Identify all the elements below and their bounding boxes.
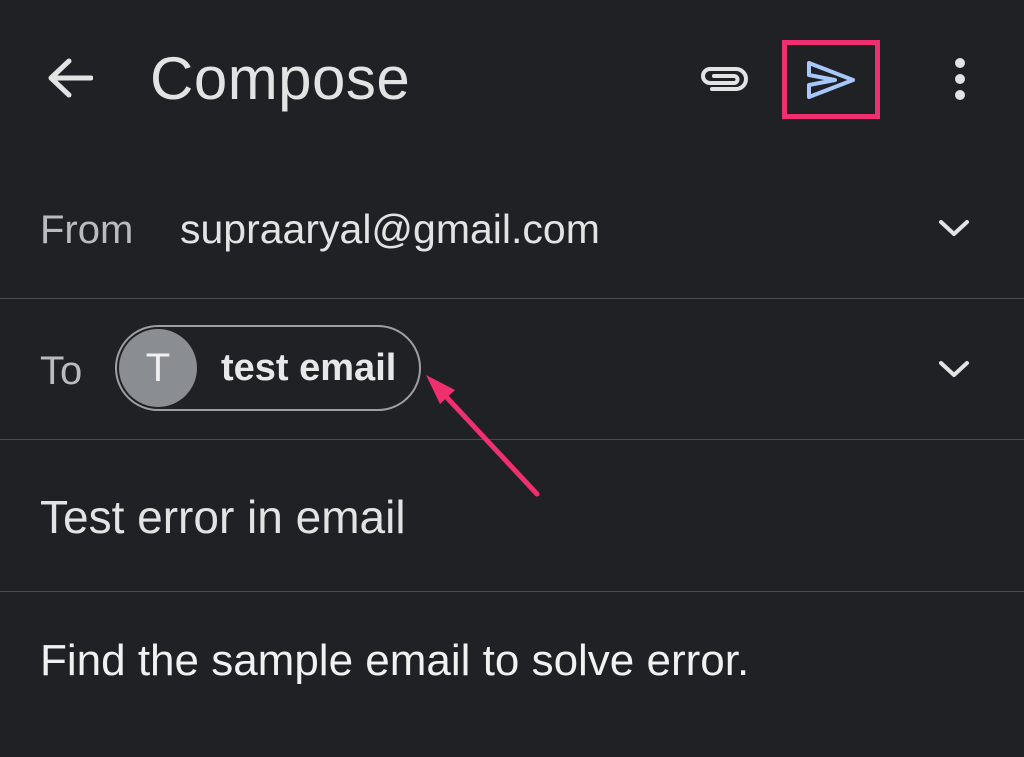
subject-field[interactable]: Test error in email: [40, 490, 406, 544]
chevron-down-icon: [939, 220, 969, 236]
send-icon: [807, 60, 855, 99]
from-row: From supraaryal@gmail.com: [0, 158, 1024, 299]
arrow-back-icon: [48, 58, 93, 98]
more-vertical-icon: [955, 58, 965, 100]
more-options-button[interactable]: [936, 50, 984, 108]
back-button[interactable]: [38, 46, 102, 110]
avatar: T: [119, 329, 197, 407]
to-expand-button[interactable]: [934, 349, 974, 389]
to-label: To: [40, 349, 83, 393]
email-body-field[interactable]: Find the sample email to solve error.: [40, 636, 749, 686]
send-button[interactable]: [782, 40, 880, 119]
attach-button[interactable]: [692, 50, 756, 108]
recipient-chip[interactable]: T test email: [115, 325, 421, 411]
recipient-name: test email: [221, 346, 397, 389]
to-row: To T test email: [0, 299, 1024, 440]
compose-screen: Compose From supraaryal@gmail.com To T t…: [0, 0, 1024, 757]
page-title: Compose: [150, 45, 411, 112]
from-expand-button[interactable]: [934, 208, 974, 248]
top-app-bar: Compose: [0, 0, 1024, 158]
from-account-value[interactable]: supraaryal@gmail.com: [180, 206, 600, 253]
from-label: From: [40, 208, 134, 252]
subject-row[interactable]: Test error in email: [0, 440, 1024, 592]
chevron-down-icon: [939, 361, 969, 377]
paperclip-icon: [701, 67, 748, 91]
